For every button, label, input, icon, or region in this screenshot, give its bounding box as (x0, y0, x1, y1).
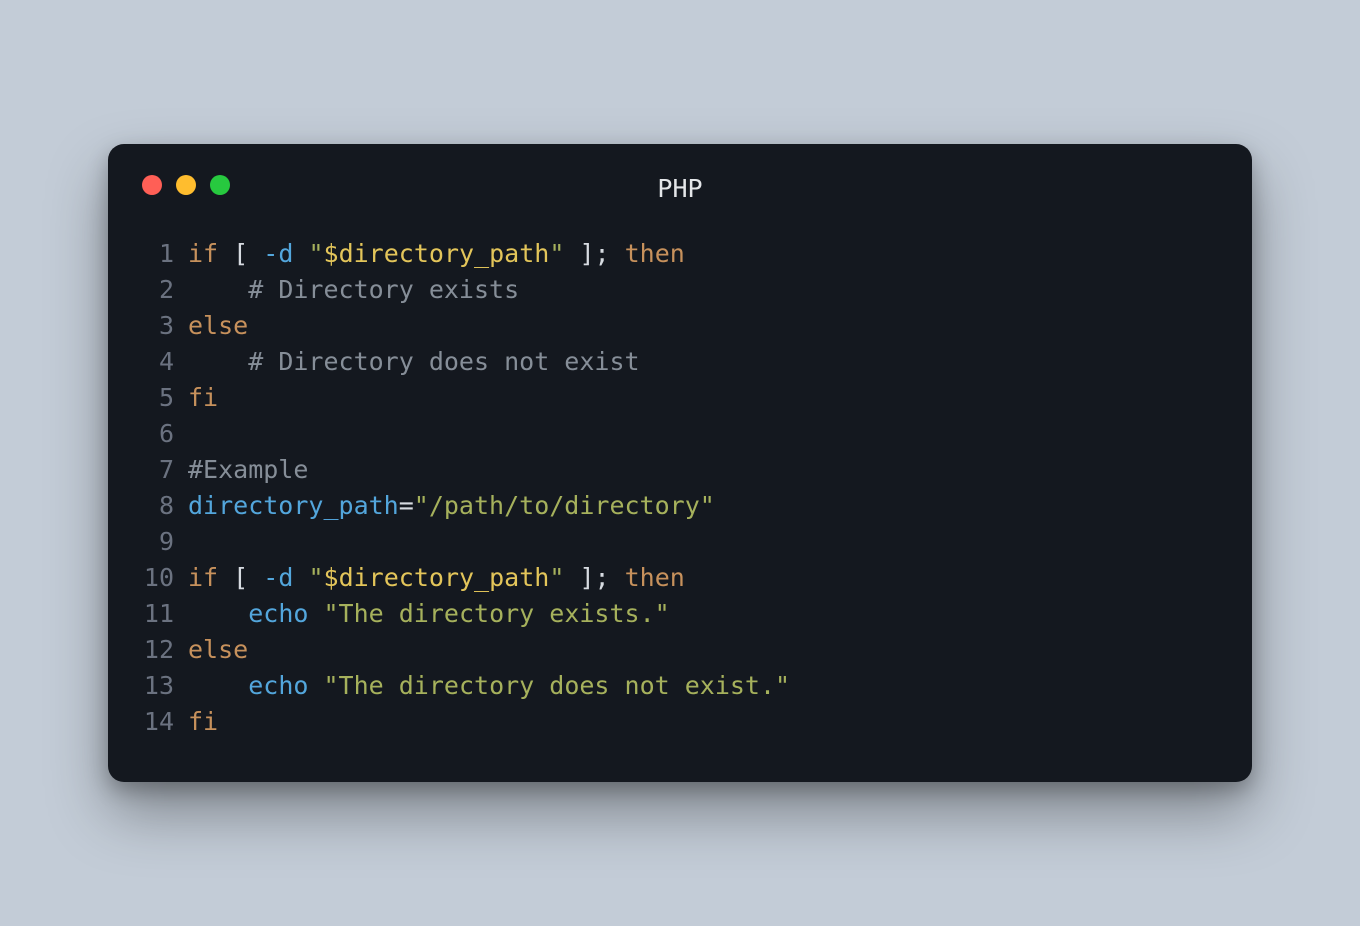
code-line: 9 (142, 524, 1218, 560)
token-kw: then (625, 563, 685, 592)
token-pu (308, 599, 323, 628)
line-number: 10 (142, 560, 188, 596)
code-line-content: echo "The directory exists." (188, 596, 670, 632)
close-icon[interactable] (142, 175, 162, 195)
code-line: 6 (142, 416, 1218, 452)
token-pu (293, 563, 308, 592)
token-id: echo (248, 599, 308, 628)
token-pu (248, 563, 263, 592)
code-window: PHP 1if [ -d "$directory_path" ]; then2 … (108, 144, 1252, 782)
code-line-content: directory_path="/path/to/directory" (188, 488, 715, 524)
code-line-content: fi (188, 704, 218, 740)
token-pu (564, 239, 579, 268)
code-line-content (188, 416, 203, 452)
token-pu (308, 671, 323, 700)
line-number: 6 (142, 416, 188, 452)
token-st: " (549, 563, 564, 592)
token-cm: # Directory exists (248, 275, 519, 304)
token-pu (248, 239, 263, 268)
line-number: 12 (142, 632, 188, 668)
token-va: $directory_path (324, 239, 550, 268)
code-line: 3else (142, 308, 1218, 344)
code-line: 12else (142, 632, 1218, 668)
code-line-content (188, 524, 203, 560)
token-id: directory_path (188, 491, 399, 520)
token-st: " (308, 563, 323, 592)
code-line-content: if [ -d "$directory_path" ]; then (188, 560, 685, 596)
code-line: 7#Example (142, 452, 1218, 488)
code-line-content: if [ -d "$directory_path" ]; then (188, 236, 685, 272)
token-fl: -d (263, 563, 293, 592)
code-line: 5fi (142, 380, 1218, 416)
token-pu: ; (595, 563, 610, 592)
token-kw: fi (188, 383, 218, 412)
token-st: " (308, 239, 323, 268)
code-line: 4 # Directory does not exist (142, 344, 1218, 380)
token-kw: else (188, 311, 248, 340)
token-pu: ] (579, 563, 594, 592)
line-number: 1 (142, 236, 188, 272)
token-op: = (399, 491, 414, 520)
token-pu: ; (595, 239, 610, 268)
token-pu (564, 563, 579, 592)
code-line: 8directory_path="/path/to/directory" (142, 488, 1218, 524)
token-pu (188, 275, 248, 304)
token-kw: if (188, 563, 218, 592)
line-number: 4 (142, 344, 188, 380)
token-pu (188, 671, 248, 700)
token-va: $directory_path (324, 563, 550, 592)
line-number: 5 (142, 380, 188, 416)
token-pu: [ (233, 239, 248, 268)
code-line-content: else (188, 308, 248, 344)
line-number: 11 (142, 596, 188, 632)
token-pu: [ (233, 563, 248, 592)
token-pu (188, 599, 248, 628)
token-kw: fi (188, 707, 218, 736)
token-st: "The directory exists." (324, 599, 670, 628)
code-block: 1if [ -d "$directory_path" ]; then2 # Di… (142, 236, 1218, 740)
token-kw: then (625, 239, 685, 268)
token-kw: else (188, 635, 248, 664)
zoom-icon[interactable] (210, 175, 230, 195)
token-pu (610, 239, 625, 268)
code-line: 2 # Directory exists (142, 272, 1218, 308)
line-number: 3 (142, 308, 188, 344)
line-number: 7 (142, 452, 188, 488)
token-st: " (549, 239, 564, 268)
minimize-icon[interactable] (176, 175, 196, 195)
token-pu (610, 563, 625, 592)
token-cm: #Example (188, 455, 308, 484)
code-line: 11 echo "The directory exists." (142, 596, 1218, 632)
line-number: 2 (142, 272, 188, 308)
code-line-content: else (188, 632, 248, 668)
token-pu (293, 239, 308, 268)
code-line: 1if [ -d "$directory_path" ]; then (142, 236, 1218, 272)
code-line-content: # Directory exists (188, 272, 519, 308)
token-id: echo (248, 671, 308, 700)
code-line-content: fi (188, 380, 218, 416)
token-kw: if (188, 239, 218, 268)
token-pu (218, 563, 233, 592)
code-line-content: # Directory does not exist (188, 344, 640, 380)
code-line: 13 echo "The directory does not exist." (142, 668, 1218, 704)
code-line: 10if [ -d "$directory_path" ]; then (142, 560, 1218, 596)
line-number: 9 (142, 524, 188, 560)
token-cm: # Directory does not exist (248, 347, 639, 376)
titlebar (142, 170, 1218, 200)
token-pu (188, 347, 248, 376)
token-st: "The directory does not exist." (324, 671, 791, 700)
line-number: 13 (142, 668, 188, 704)
token-st: "/path/to/directory" (414, 491, 715, 520)
code-line-content: #Example (188, 452, 308, 488)
line-number: 8 (142, 488, 188, 524)
traffic-lights (142, 175, 230, 195)
token-pu: ] (579, 239, 594, 268)
line-number: 14 (142, 704, 188, 740)
token-fl: -d (263, 239, 293, 268)
code-line-content: echo "The directory does not exist." (188, 668, 790, 704)
code-line: 14fi (142, 704, 1218, 740)
token-pu (218, 239, 233, 268)
